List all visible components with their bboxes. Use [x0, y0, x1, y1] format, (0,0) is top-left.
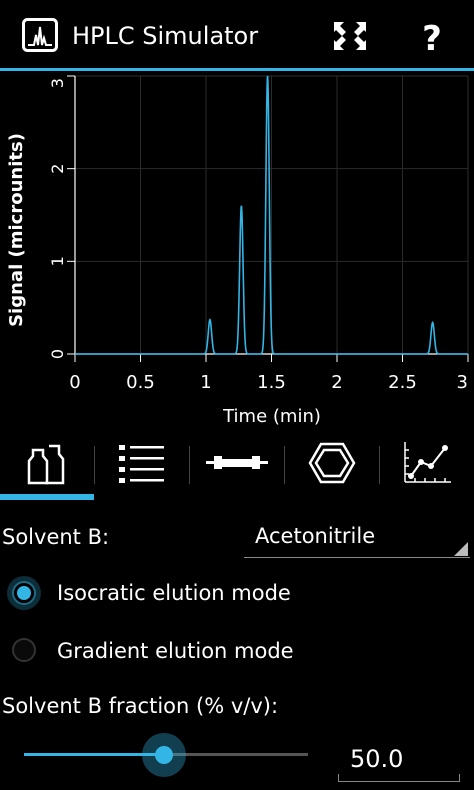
- x-tick-label: 3: [457, 372, 468, 393]
- solvent-b-value: Acetonitrile: [255, 524, 376, 548]
- x-tick-label: 1: [200, 372, 211, 393]
- solvent-bottles-icon: [27, 444, 65, 485]
- fraction-label: Solvent B fraction (% v/v):: [2, 694, 279, 718]
- fraction-value: 50.0: [350, 745, 404, 773]
- action-bar: HPLC Simulator ?: [0, 0, 474, 68]
- y-tick-label: 2: [48, 164, 67, 174]
- help-button[interactable]: ?: [410, 14, 454, 59]
- x-tick-label: 2.5: [388, 372, 417, 393]
- selected-tab-indicator: [0, 494, 94, 500]
- y-tick-label: 3: [48, 78, 67, 88]
- tab-solvents[interactable]: [0, 434, 94, 494]
- x-axis-label: Time (min): [222, 406, 321, 427]
- compound-icon: [308, 442, 356, 484]
- x-tick-label: 2: [331, 372, 342, 393]
- tab-bar: [0, 434, 474, 502]
- tab-results[interactable]: [380, 434, 474, 494]
- action-bar-divider: [0, 68, 474, 71]
- solvent-b-label: Solvent B:: [2, 525, 110, 549]
- tab-list[interactable]: [95, 434, 189, 494]
- x-tick-label: 0: [69, 372, 80, 393]
- y-tick-label: 0: [48, 349, 67, 359]
- fit-screen-button[interactable]: [328, 14, 372, 58]
- gradient-label: Gradient elution mode: [57, 639, 294, 663]
- dropdown-underline: [244, 557, 470, 558]
- dropdown-arrow-icon: [454, 542, 468, 556]
- fraction-slider[interactable]: [24, 732, 308, 777]
- x-tick-label: 0.5: [126, 372, 155, 393]
- x-tick-label: 1.5: [257, 372, 286, 393]
- chromatogram-chart: 0 0.5 1 1.5 2 2.5 3 0 1 2 3 Time (min) Signal (mic…: [6, 75, 469, 427]
- chart-icon: [404, 442, 451, 483]
- fit-screen-icon: [334, 22, 366, 50]
- gradient-radio[interactable]: [12, 638, 36, 662]
- tab-compounds[interactable]: [285, 434, 379, 494]
- input-underline: [338, 774, 460, 782]
- solvent-b-dropdown[interactable]: Acetonitrile: [244, 518, 470, 558]
- app-title: HPLC Simulator: [72, 22, 259, 50]
- y-tick-label: 1: [48, 256, 67, 266]
- isocratic-radio[interactable]: [12, 581, 36, 605]
- fraction-input[interactable]: 50.0: [338, 742, 460, 782]
- y-axis-label: Signal (microunits): [6, 133, 27, 327]
- svg-text:?: ?: [422, 19, 442, 58]
- tab-column[interactable]: [190, 434, 284, 494]
- list-icon: [119, 445, 164, 483]
- app-logo-icon: [22, 18, 58, 52]
- slider-thumb[interactable]: [155, 745, 173, 764]
- help-icon: ?: [422, 19, 442, 59]
- column-icon: [206, 456, 268, 469]
- isocratic-label: Isocratic elution mode: [57, 581, 291, 605]
